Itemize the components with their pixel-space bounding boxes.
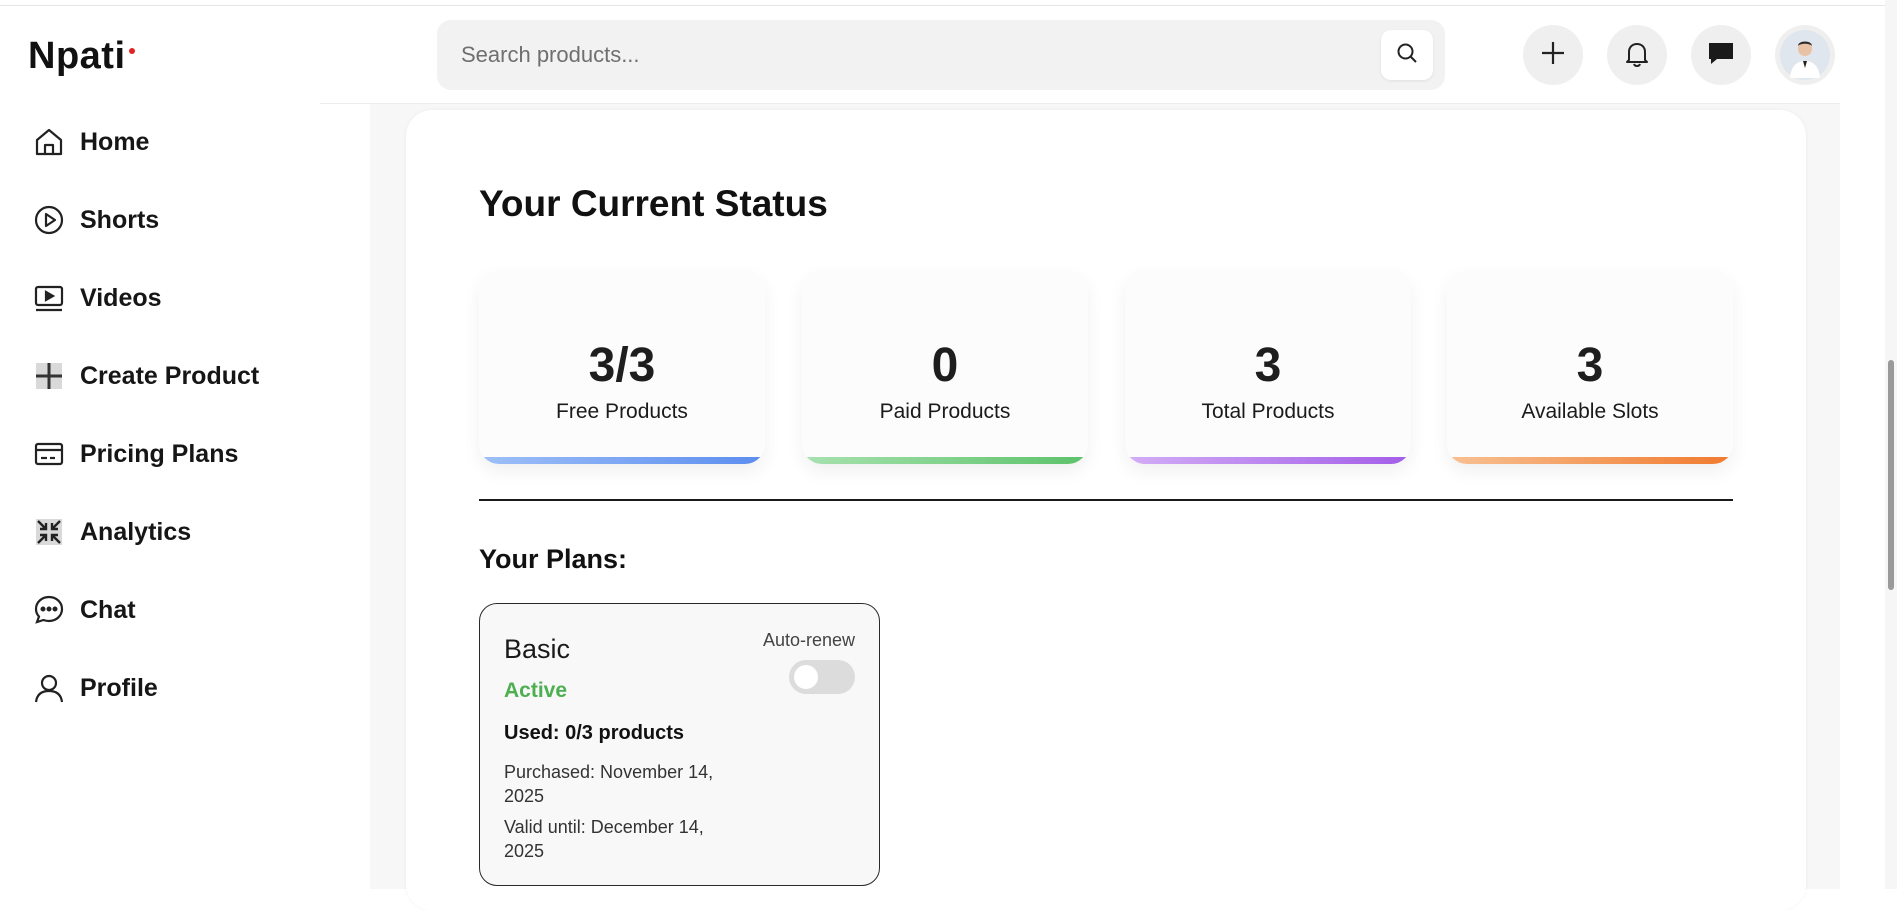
sidebar-item-home[interactable]: Home [32, 122, 259, 162]
sidebar-item-label: Home [80, 127, 150, 156]
home-icon [32, 125, 66, 159]
stat-value: 3/3 [588, 339, 656, 392]
avatar-image [1780, 30, 1830, 80]
plan-valid-until: Valid until: December 14, 2025 [504, 817, 704, 861]
stat-accent-bar [802, 457, 1088, 464]
stat-card-free-products: 3/3 Free Products [479, 270, 765, 464]
plan-usage: Used: 0/3 products [504, 722, 685, 744]
stat-accent-bar [1447, 457, 1733, 464]
header-divider [320, 103, 1840, 104]
play-circle-icon [32, 203, 66, 237]
search-button[interactable] [1381, 30, 1433, 80]
sidebar: Npati Home Shorts Videos Create Product [0, 7, 370, 889]
stat-card-available-slots: 3 Available Slots [1447, 270, 1733, 464]
toggle-knob [794, 665, 818, 689]
sidebar-item-label: Pricing Plans [80, 439, 239, 468]
stat-value: 3 [1576, 339, 1604, 392]
sidebar-item-label: Chat [80, 595, 136, 624]
sidebar-item-shorts[interactable]: Shorts [32, 200, 259, 240]
analytics-icon [32, 515, 66, 549]
section-divider [479, 499, 1733, 501]
sidebar-item-label: Videos [80, 283, 162, 312]
stat-accent-bar [479, 457, 765, 464]
status-title: Your Current Status [479, 183, 828, 224]
stat-label: Total Products [1201, 400, 1335, 423]
sidebar-item-create-product[interactable]: Create Product [32, 356, 259, 396]
stat-accent-bar [1125, 457, 1411, 464]
sidebar-item-pricing-plans[interactable]: Pricing Plans [32, 434, 259, 474]
sidebar-item-label: Shorts [80, 205, 160, 234]
plus-icon [1539, 39, 1567, 72]
bell-icon [1622, 38, 1652, 73]
logo[interactable]: Npati [28, 35, 135, 78]
search-input[interactable] [461, 20, 1361, 90]
chat-icon [32, 593, 66, 627]
card-icon [32, 437, 66, 471]
sidebar-item-label: Create Product [80, 361, 260, 390]
sidebar-item-label: Analytics [80, 517, 192, 546]
message-icon [1705, 37, 1737, 74]
stat-label: Available Slots [1521, 400, 1659, 423]
stat-card-total-products: 3 Total Products [1125, 270, 1411, 464]
stat-label: Paid Products [879, 400, 1011, 423]
top-border [0, 0, 1897, 6]
sidebar-item-label: Profile [80, 673, 158, 702]
search-bar [437, 20, 1445, 90]
stat-label: Free Products [556, 400, 688, 423]
scrollbar-thumb[interactable] [1888, 360, 1894, 590]
stat-value: 3 [1254, 339, 1282, 392]
plan-purchased-date: Purchased: November 14, 2025 [504, 762, 714, 806]
scrollbar[interactable] [1885, 0, 1897, 889]
sidebar-item-videos[interactable]: Videos [32, 278, 259, 318]
search-icon [1395, 41, 1419, 70]
sidebar-item-profile[interactable]: Profile [32, 668, 259, 708]
user-icon [32, 671, 66, 705]
sidebar-nav: Home Shorts Videos Create Product Pricin… [32, 122, 259, 746]
notifications-button[interactable] [1607, 25, 1667, 85]
add-button[interactable] [1523, 25, 1583, 85]
plus-icon [32, 359, 66, 393]
logo-text: Npati [28, 35, 126, 77]
stat-value: 0 [931, 339, 959, 392]
video-icon [32, 281, 66, 315]
sidebar-item-analytics[interactable]: Analytics [32, 512, 259, 552]
plan-name: Basic [504, 634, 571, 664]
auto-renew-label: Auto-renew [762, 630, 855, 650]
stat-card-paid-products: 0 Paid Products [802, 270, 1088, 464]
plan-card-basic: Basic Active Used: 0/3 products Purchase… [479, 603, 880, 886]
sidebar-item-chat[interactable]: Chat [32, 590, 259, 630]
logo-dot [128, 48, 135, 54]
avatar[interactable] [1775, 25, 1835, 85]
plan-status: Active [504, 679, 568, 702]
plans-title: Your Plans: [479, 544, 628, 574]
messages-button[interactable] [1691, 25, 1751, 85]
auto-renew-toggle[interactable] [789, 660, 855, 694]
